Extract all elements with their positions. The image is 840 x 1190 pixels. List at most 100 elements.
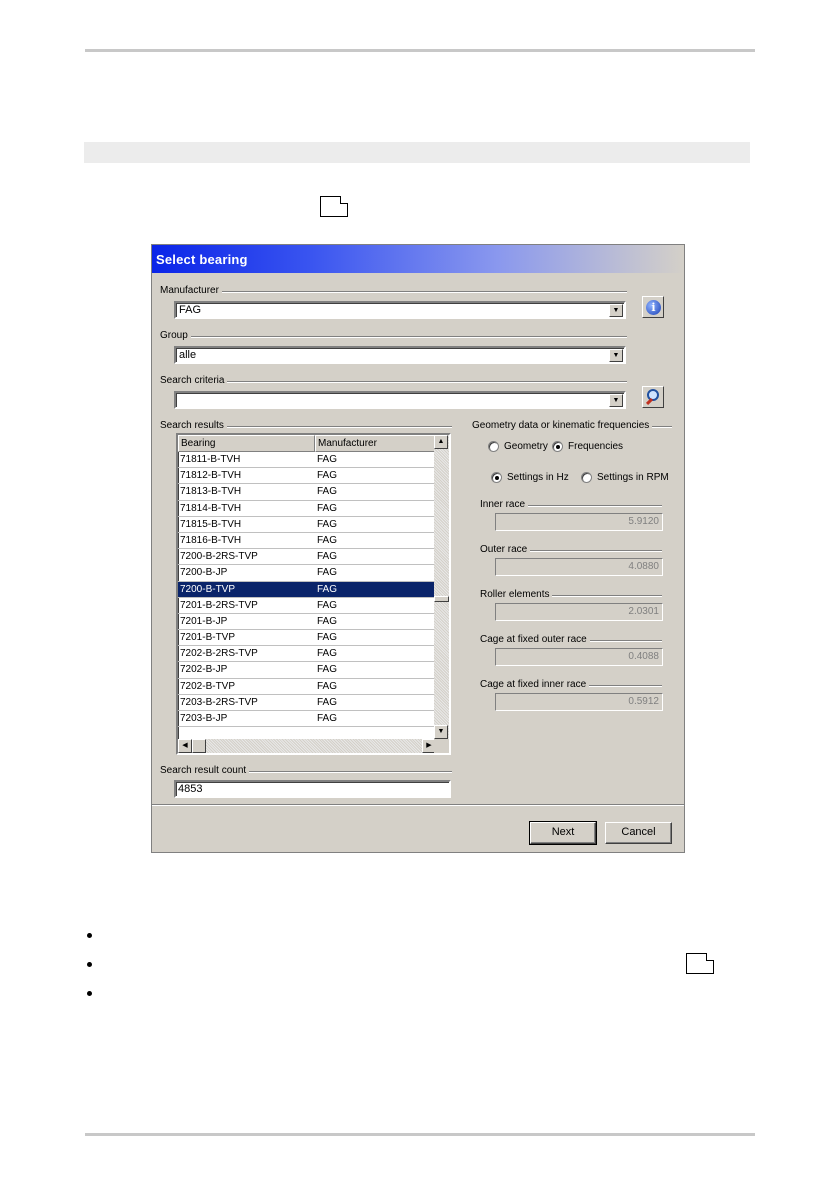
bullet-point xyxy=(87,933,92,938)
dialog-title: Select bearing xyxy=(152,245,684,273)
cell-bearing: 71811-B-TVH xyxy=(180,454,241,465)
cancel-button[interactable]: Cancel xyxy=(605,822,672,844)
radio-geometry[interactable]: Geometry xyxy=(488,441,548,452)
cell-manufacturer: FAG xyxy=(317,534,338,546)
cell-bearing: 7202-B-TVP xyxy=(180,680,236,692)
table-row[interactable]: 7201-B-TVP FAG xyxy=(178,630,436,647)
scrollbar-corner xyxy=(434,739,449,753)
bullet-point xyxy=(87,991,92,996)
outer-race-value: 4.0880 xyxy=(495,558,663,576)
group-label: Group xyxy=(160,330,191,341)
roller-elements-value: 2.0301 xyxy=(495,603,663,621)
scroll-up-icon[interactable]: ▲ xyxy=(434,435,448,449)
table-row[interactable]: 71813-B-TVH FAG xyxy=(178,484,436,501)
column-header-bearing[interactable]: Bearing xyxy=(178,435,315,452)
cell-bearing: 7200-B-JP xyxy=(180,567,228,579)
table-row[interactable]: 7201-B-JP FAG xyxy=(178,614,436,631)
cell-manufacturer: FAG xyxy=(317,583,338,595)
cell-manufacturer: FAG xyxy=(317,632,338,644)
radio-frequencies-label: Frequencies xyxy=(568,441,624,452)
cage-outer-race-value: 0.4088 xyxy=(495,648,663,666)
cell-bearing: 71813-B-TVH xyxy=(180,486,242,498)
radio-settings-hz-indicator xyxy=(491,472,502,483)
cage-outer-race-label: Cage at fixed outer race xyxy=(480,634,590,645)
search-criteria-group-line xyxy=(160,381,627,383)
document-reference-icon xyxy=(320,196,348,217)
cell-bearing: 7203-B-2RS-TVP xyxy=(180,696,258,708)
radio-geometry-label: Geometry xyxy=(504,441,548,452)
cell-bearing: 7202-B-2RS-TVP xyxy=(180,648,258,660)
scroll-left-icon[interactable]: ◀ xyxy=(178,739,192,753)
result-rows: 71811-B-TVH FAG 71812-B-TVH FAG 71813-B-TVH F… xyxy=(178,452,436,728)
group-combobox[interactable]: alle ▼ xyxy=(174,346,626,364)
search-result-count-field: 4853 xyxy=(174,780,451,798)
vertical-scrollbar[interactable]: ▲ ▼ xyxy=(434,435,449,739)
section-heading-bar xyxy=(84,142,750,163)
table-row[interactable]: 7203-B-JP FAG xyxy=(178,711,436,728)
table-row[interactable]: 7202-B-2RS-TVP FAG xyxy=(178,646,436,663)
radio-settings-hz-label: Settings in Hz xyxy=(507,472,569,483)
cell-manufacturer: FAG xyxy=(317,696,338,708)
cell-manufacturer: FAG xyxy=(317,502,338,514)
table-row[interactable]: 71816-B-TVH FAG xyxy=(178,533,436,550)
vertical-scroll-thumb[interactable] xyxy=(434,596,449,602)
outer-race-label: Outer race xyxy=(480,544,531,555)
roller-elements-label: Roller elements xyxy=(480,589,553,600)
cell-manufacturer: FAG xyxy=(317,567,338,579)
manufacturer-label: Manufacturer xyxy=(160,285,222,296)
cell-bearing: 7201-B-2RS-TVP xyxy=(180,599,258,611)
search-results-label: Search results xyxy=(160,420,227,431)
cell-manufacturer: FAG xyxy=(317,518,338,530)
scroll-down-icon[interactable]: ▼ xyxy=(434,725,448,739)
group-value: alle xyxy=(179,349,197,361)
table-row[interactable]: 7203-B-2RS-TVP FAG xyxy=(178,695,436,711)
chevron-down-icon[interactable]: ▼ xyxy=(609,349,623,362)
manufacturer-group-line xyxy=(160,291,627,293)
table-row[interactable]: 71814-B-TVH FAG xyxy=(178,501,436,517)
table-row[interactable]: 71811-B-TVH FAG xyxy=(178,452,436,469)
cell-bearing: 7203-B-JP xyxy=(180,713,228,724)
next-button[interactable]: Next xyxy=(529,821,597,845)
table-row[interactable]: 7200-B-JP FAG xyxy=(178,565,436,582)
column-header-manufacturer[interactable]: Manufacturer xyxy=(315,435,436,452)
group-group-line xyxy=(160,336,627,338)
radio-settings-rpm-indicator xyxy=(581,472,592,483)
cell-bearing: 7201-B-JP xyxy=(180,615,228,627)
table-row[interactable]: 7202-B-JP FAG xyxy=(178,662,436,679)
radio-settings-rpm-label: Settings in RPM xyxy=(597,472,669,483)
search-button[interactable] xyxy=(642,386,664,408)
table-row[interactable]: 7202-B-TVP FAG xyxy=(178,679,436,695)
document-reference-icon xyxy=(686,953,714,974)
info-button[interactable]: i xyxy=(642,296,664,318)
dialog-footer-divider xyxy=(152,804,684,806)
horizontal-scrollbar[interactable]: ◀ ▶ xyxy=(178,739,436,753)
top-page-rule xyxy=(85,49,755,52)
horizontal-scroll-thumb[interactable] xyxy=(192,739,206,753)
radio-settings-rpm[interactable]: Settings in RPM xyxy=(581,472,669,483)
table-row[interactable]: 7201-B-2RS-TVP FAG xyxy=(178,598,436,614)
radio-frequencies[interactable]: Frequencies xyxy=(552,441,623,452)
cell-manufacturer: FAG xyxy=(317,680,338,692)
inner-race-value: 5.9120 xyxy=(495,513,663,531)
table-row[interactable]: 7200-B-TVP FAG xyxy=(178,581,436,598)
search-result-count-label: Search result count xyxy=(160,765,250,776)
search-criteria-label: Search criteria xyxy=(160,375,228,386)
geometry-label: Geometry data or kinematic frequencies xyxy=(472,420,653,431)
list-header: Bearing Manufacturer xyxy=(178,435,436,452)
cell-bearing: 71814-B-TVH xyxy=(180,502,242,514)
manufacturer-value: FAG xyxy=(179,304,202,316)
chevron-down-icon[interactable]: ▼ xyxy=(609,304,623,317)
manufacturer-combobox[interactable]: FAG ▼ xyxy=(174,301,626,319)
cell-bearing: 7200-B-TVP xyxy=(180,583,236,595)
select-bearing-dialog: Select bearing Manufacturer FAG ▼ i Grou… xyxy=(151,244,685,853)
table-row[interactable]: 71812-B-TVH FAG xyxy=(178,468,436,485)
table-row[interactable]: 7200-B-2RS-TVP FAG xyxy=(178,549,436,566)
cell-manufacturer: FAG xyxy=(317,454,338,465)
table-row[interactable]: 71815-B-TVH FAG xyxy=(178,517,436,533)
radio-settings-hz[interactable]: Settings in Hz xyxy=(491,472,569,483)
chevron-down-icon[interactable]: ▼ xyxy=(609,394,623,407)
cell-manufacturer: FAG xyxy=(317,551,338,563)
search-criteria-combobox[interactable]: ▼ xyxy=(174,391,626,409)
inner-race-label: Inner race xyxy=(480,499,529,510)
search-results-list[interactable]: Bearing Manufacturer 71811-B-TVH FAG 71812… xyxy=(176,433,451,755)
